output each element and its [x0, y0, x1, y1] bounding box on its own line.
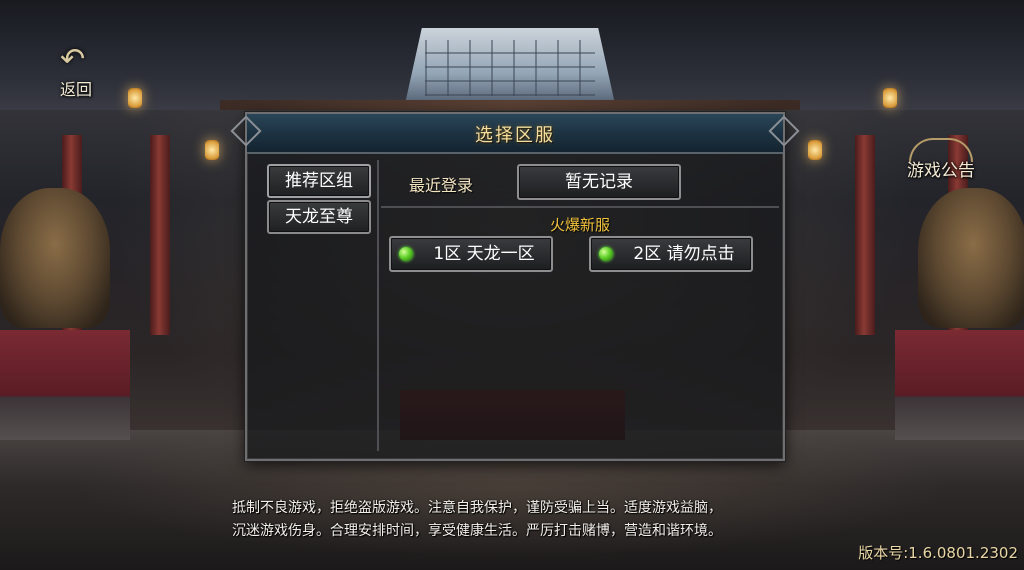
green-dot-icon [599, 247, 613, 261]
ceiling-beam [220, 100, 800, 110]
recent-login-button[interactable]: 暂无记录 [517, 164, 681, 200]
lantern-icon [883, 88, 897, 108]
back-arrow-icon: ↶ [60, 42, 86, 77]
health-notice: 抵制不良游戏，拒绝盗版游戏。注意自我保护，谨防受骗上当。适度游戏益脑， 沉迷游戏… [232, 497, 812, 543]
health-notice-line-1: 抵制不良游戏，拒绝盗版游戏。注意自我保护，谨防受骗上当。适度游戏益脑， [232, 500, 722, 516]
pedestal-right [895, 330, 1024, 440]
lantern-icon [808, 140, 822, 160]
server-button-2[interactable]: 2区 请勿点击 [589, 236, 753, 272]
version-label: 版本号:1.6.0801.2302 [858, 544, 1018, 562]
server-name: 1区 天龙一区 [433, 244, 535, 264]
pedestal-left [0, 330, 130, 440]
server-button-1[interactable]: 1区 天龙一区 [389, 236, 553, 272]
dialog-header: 选择区服 [247, 114, 783, 154]
game-notice-label: 游戏公告 [907, 161, 975, 181]
server-group-list: 推荐区组 天龙至尊 [259, 160, 379, 451]
server-name: 2区 请勿点击 [633, 244, 735, 264]
game-notice-button[interactable]: 游戏公告 [903, 138, 983, 198]
skylight-lattice [425, 40, 595, 96]
lantern-icon [128, 88, 142, 108]
health-notice-line-2: 沉迷游戏伤身。合理安排时间，享受健康生活。严厉打击赌博，营造和谐环境。 [232, 523, 722, 539]
server-select-dialog: 选择区服 推荐区组 天龙至尊 最近登录 暂无记录 火爆新服 1区 天龙一区 2区… [245, 112, 785, 461]
recent-login-row: 最近登录 暂无记录 [381, 160, 779, 208]
lantern-icon [205, 140, 219, 160]
back-button[interactable]: ↶ 返回 [48, 38, 110, 100]
pillar-right-inner [855, 135, 875, 335]
dialog-title: 选择区服 [475, 125, 555, 146]
lion-statue-left [0, 188, 110, 328]
group-tab-recommended[interactable]: 推荐区组 [267, 164, 371, 198]
green-dot-icon [399, 247, 413, 261]
back-label: 返回 [60, 80, 93, 99]
recent-login-label: 最近登录 [409, 176, 474, 195]
server-list-area: 最近登录 暂无记录 火爆新服 1区 天龙一区 2区 请勿点击 [381, 160, 779, 451]
pillar-left-inner [150, 135, 170, 335]
hot-new-servers-title: 火爆新服 [549, 216, 610, 234]
group-tab-tianlong-zhizun[interactable]: 天龙至尊 [267, 200, 371, 234]
lion-statue-right [918, 188, 1024, 328]
